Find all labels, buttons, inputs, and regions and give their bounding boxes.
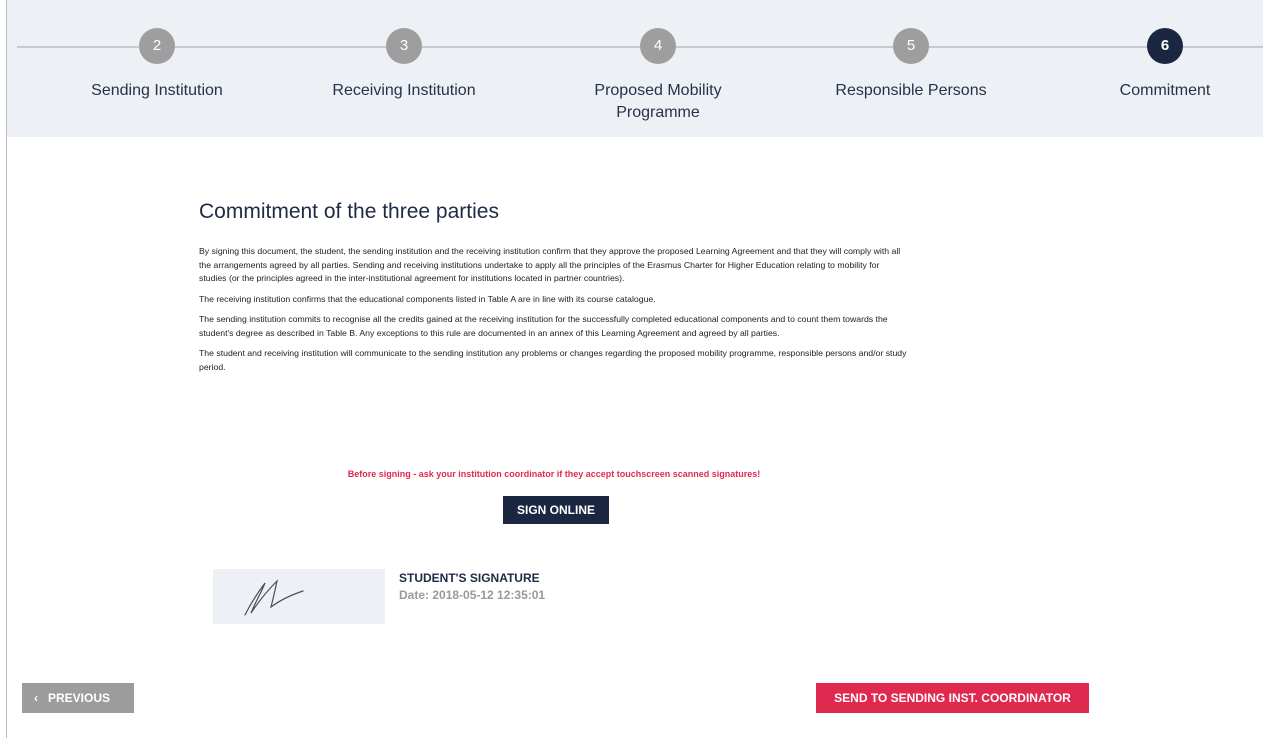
step-number: 2 <box>139 28 175 64</box>
step-commitment[interactable]: 6 Commitment <box>1055 28 1263 102</box>
chevron-left-icon: ‹ <box>34 691 38 705</box>
step-label: Responsible Persons <box>835 82 987 99</box>
step-number: 3 <box>386 28 422 64</box>
commitment-paragraph: The student and receiving institution wi… <box>199 348 907 372</box>
progress-stepper: 2 Sending Institution 3 Receiving Instit… <box>7 0 1263 137</box>
step-sending-institution[interactable]: 2 Sending Institution <box>47 28 267 102</box>
commitment-paragraph: The sending institution commits to recog… <box>199 314 888 338</box>
sign-online-button[interactable]: SIGN ONLINE <box>503 496 609 524</box>
step-label: Receiving Institution <box>332 82 476 99</box>
step-proposed-mobility-programme[interactable]: 4 Proposed Mobility Programme <box>548 28 768 124</box>
page-title: Commitment of the three parties <box>199 200 499 223</box>
step-label: Commitment <box>1119 82 1211 99</box>
step-responsible-persons[interactable]: 5 Responsible Persons <box>801 28 1021 102</box>
commitment-paragraph: The receiving institution confirms that … <box>199 293 656 304</box>
commitment-paragraph: By signing this document, the student, t… <box>199 246 901 283</box>
step-label: Sending Institution <box>91 82 223 99</box>
signature-date: Date: 2018-05-12 12:35:01 <box>399 588 546 602</box>
previous-button[interactable]: ‹ PREVIOUS <box>22 683 134 713</box>
signature-image <box>213 569 385 624</box>
signature-title: STUDENT'S SIGNATURE <box>399 571 540 585</box>
step-number: 5 <box>893 28 929 64</box>
step-receiving-institution[interactable]: 3 Receiving Institution <box>294 28 514 102</box>
previous-label: PREVIOUS <box>48 691 111 705</box>
step-number: 4 <box>640 28 676 64</box>
signature-warning: Before signing - ask your institution co… <box>347 469 761 479</box>
handwritten-signature <box>244 579 304 616</box>
commitment-section: Commitment of the three parties By signi… <box>199 200 909 381</box>
send-to-coordinator-button[interactable]: SEND TO SENDING INST. COORDINATOR <box>816 683 1089 713</box>
step-label: Proposed Mobility Programme <box>594 82 722 121</box>
step-number-active: 6 <box>1147 28 1183 64</box>
